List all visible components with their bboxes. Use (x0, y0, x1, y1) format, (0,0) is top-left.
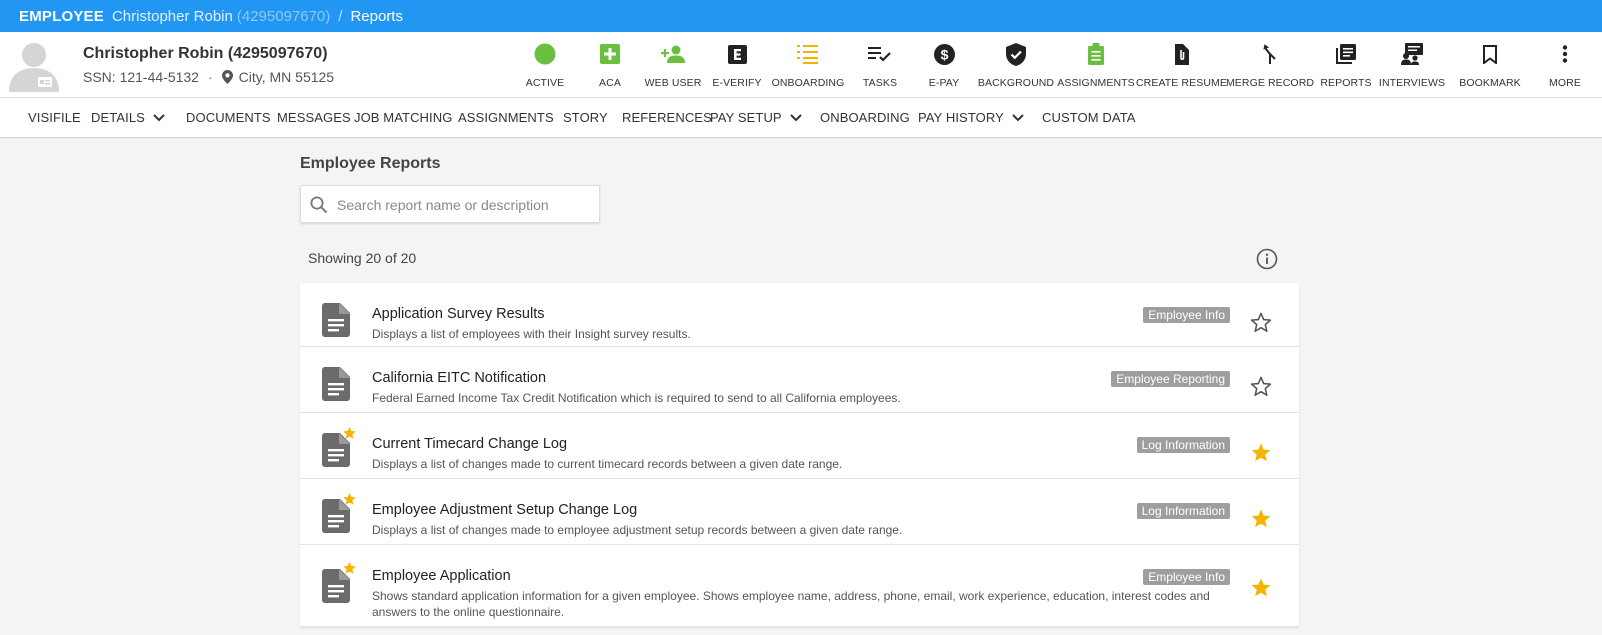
employee-ssn: SSN: 121-44-5132 (83, 69, 199, 85)
star-filled-icon[interactable] (1250, 508, 1272, 534)
tab-label: STORY (563, 110, 608, 125)
tab-label: PAY SETUP (710, 110, 782, 125)
employee-location: City, MN 55125 (238, 69, 335, 85)
action-label: CREATE RESUME (1136, 77, 1227, 89)
report-description: Displays a list of changes made to emplo… (372, 523, 903, 537)
report-description: Displays a list of employees with their … (372, 327, 691, 341)
action-label: ASSIGNMENTS (1057, 77, 1135, 89)
tab-custom-data[interactable]: CUSTOM DATA (1042, 110, 1136, 125)
breadcrumb-employee-id: (4295097670) (236, 7, 331, 25)
report-title: Employee Application (372, 568, 511, 584)
page-title: Employee Reports (300, 155, 441, 172)
report-description: Federal Earned Income Tax Credit Notific… (372, 391, 901, 405)
action-label: BACKGROUND (977, 77, 1055, 89)
tab-label: JOB MATCHING (354, 110, 453, 125)
search-input[interactable] (337, 194, 592, 216)
report-title: Current Timecard Change Log (372, 436, 568, 452)
report-title: California EITC Notification (372, 370, 547, 386)
subtitle-dot: · (207, 69, 213, 85)
breadcrumb-separator: / (338, 7, 343, 25)
list-item[interactable]: California EITC Notification Federal Ear… (300, 347, 1299, 413)
breadcrumb-entity[interactable]: EMPLOYEE (19, 8, 104, 25)
employee-subtitle: SSN: 121-44-5132 · City, MN 55125 (83, 69, 334, 85)
section-nav: VISIFILE DETAILS DOCUMENTS MESSAGES JOB … (0, 97, 1602, 138)
search-icon (310, 196, 328, 219)
tab-label: MESSAGES (277, 110, 351, 125)
favorite-badge-icon (342, 426, 357, 445)
document-icon (322, 367, 350, 406)
avatar (7, 40, 63, 92)
attach-file-icon (1136, 41, 1226, 67)
tab-visifile[interactable]: VISIFILE (28, 110, 81, 125)
tab-job-matching[interactable]: JOB MATCHING (354, 110, 452, 125)
tab-label: CUSTOM DATA (1042, 110, 1136, 125)
interviews-button[interactable]: INTERVIEWS (1367, 41, 1457, 89)
category-badge: Log Information (1136, 503, 1230, 519)
star-filled-icon[interactable] (1250, 442, 1272, 468)
tab-documents[interactable]: DOCUMENTS (186, 110, 271, 125)
more-button[interactable]: MORE (1520, 41, 1602, 89)
breadcrumb-bar: EMPLOYEE Christopher Robin (4295097670) … (0, 0, 1602, 32)
favorite-badge-icon (342, 492, 357, 511)
tab-label: PAY HISTORY (918, 110, 1004, 125)
report-description: Displays a list of changes made to curre… (372, 457, 843, 471)
action-label: INTERVIEWS (1378, 77, 1446, 89)
list-item[interactable]: Current Timecard Change Log Displays a l… (300, 413, 1299, 479)
background-button[interactable]: BACKGROUND (971, 41, 1061, 89)
employee-name-title: Christopher Robin (4295097670) (83, 45, 328, 62)
star-outline-icon[interactable] (1250, 376, 1272, 402)
tab-messages[interactable]: MESSAGES (277, 110, 351, 125)
info-icon[interactable] (1256, 248, 1278, 275)
tab-label: REFERENCES (622, 110, 712, 125)
interviews-icon (1367, 41, 1457, 67)
tab-label: VISIFILE (28, 110, 81, 125)
tab-assignments[interactable]: ASSIGNMENTS (458, 110, 554, 125)
tab-label: DOCUMENTS (186, 110, 271, 125)
chevron-down-icon (153, 113, 165, 122)
list-item[interactable]: Application Survey Results Displays a li… (300, 283, 1299, 347)
list-item[interactable]: Employee Application Shows standard appl… (300, 545, 1299, 627)
clipboard-icon (1051, 41, 1141, 67)
shield-check-icon (971, 41, 1061, 67)
breadcrumb-employee-name[interactable]: Christopher Robin (112, 8, 233, 25)
tab-pay-setup[interactable]: PAY SETUP (710, 110, 802, 125)
breadcrumb-current-page: Reports (350, 7, 403, 25)
action-label: MORE (1549, 77, 1581, 89)
results-count: Showing 20 of 20 (308, 250, 417, 266)
star-outline-icon[interactable] (1250, 312, 1272, 338)
chevron-down-icon (789, 113, 802, 122)
report-search (300, 185, 600, 223)
document-icon (322, 303, 350, 342)
create-resume-button[interactable]: CREATE RESUME (1136, 41, 1227, 89)
star-filled-icon[interactable] (1250, 577, 1272, 603)
report-title: Application Survey Results (372, 306, 545, 322)
employee-header: Christopher Robin (4295097670) SSN: 121-… (0, 32, 1602, 97)
svg-text:$: $ (940, 46, 948, 62)
category-badge: Employee Info (1143, 569, 1230, 585)
tab-onboarding[interactable]: ONBOARDING (820, 110, 910, 125)
report-title: Employee Adjustment Setup Change Log (372, 502, 638, 518)
category-badge: Employee Info (1143, 307, 1230, 323)
location-pin-icon (221, 70, 233, 84)
chevron-down-icon (1012, 113, 1024, 122)
report-list: Application Survey Results Displays a li… (300, 283, 1299, 627)
category-badge: Log Information (1136, 437, 1230, 453)
report-description: Shows standard application information f… (372, 589, 1210, 619)
assignments-button[interactable]: ASSIGNMENTS (1051, 41, 1141, 89)
person-placeholder-icon (9, 43, 59, 92)
tab-label: ONBOARDING (820, 110, 910, 125)
category-badge: Employee Reporting (1111, 371, 1230, 387)
tab-label: DETAILS (91, 110, 145, 125)
favorite-badge-icon (342, 561, 357, 580)
tab-details[interactable]: DETAILS (91, 110, 165, 125)
tab-pay-history[interactable]: PAY HISTORY (918, 110, 1024, 125)
tab-references[interactable]: REFERENCES (622, 110, 712, 125)
tab-story[interactable]: STORY (563, 110, 608, 125)
more-vert-icon (1520, 41, 1602, 67)
list-item[interactable]: Employee Adjustment Setup Change Log Dis… (300, 479, 1299, 545)
tab-label: ASSIGNMENTS (458, 110, 554, 125)
